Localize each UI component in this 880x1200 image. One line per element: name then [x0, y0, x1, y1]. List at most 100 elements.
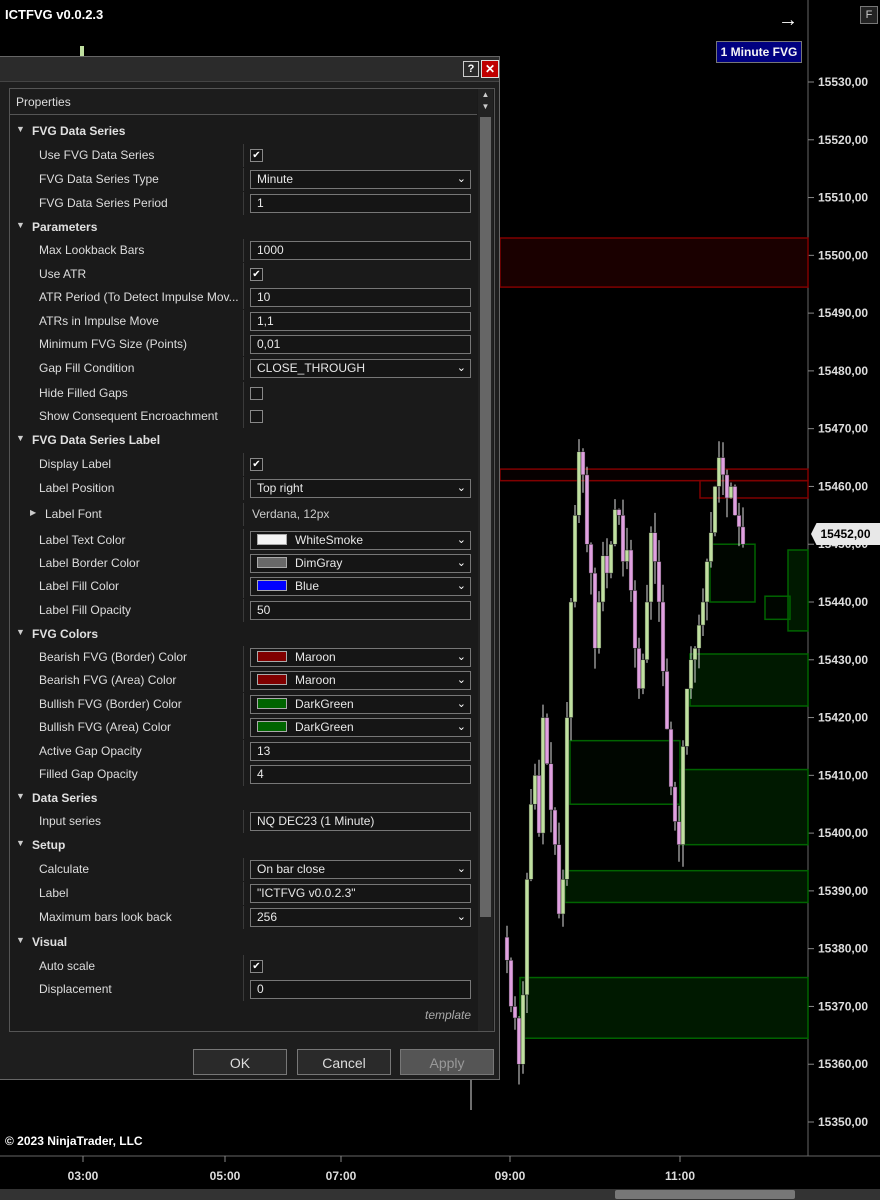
category-fvg-data-series[interactable]: ▼ FVG Data Series: [10, 120, 477, 143]
color-select[interactable]: DimGray ⌄: [250, 554, 471, 573]
apply-button[interactable]: Apply: [400, 1049, 494, 1075]
help-button[interactable]: ?: [463, 61, 479, 77]
candle-body: [576, 451, 582, 516]
color-select[interactable]: WhiteSmoke ⌄: [250, 531, 471, 550]
candle-body: [552, 809, 558, 845]
scroll-up-icon[interactable]: ▲: [478, 89, 493, 101]
bearish-fvg-zone: [499, 237, 809, 288]
category-parameters[interactable]: ▼ Parameters: [10, 216, 477, 239]
time-label: 03:00: [68, 1169, 99, 1183]
property-input[interactable]: 1,1: [250, 312, 471, 331]
collapse-caret-icon[interactable]: ▼: [16, 220, 25, 230]
collapse-caret-icon[interactable]: ▼: [16, 433, 25, 443]
collapse-caret-icon[interactable]: ▼: [16, 627, 25, 637]
column-divider: [243, 382, 244, 405]
property-checkbox[interactable]: ✔: [250, 960, 263, 973]
color-select[interactable]: Maroon ⌄: [250, 648, 471, 667]
select-value: 256: [257, 910, 278, 924]
property-label: FVG Data Series Period: [39, 196, 168, 210]
property-label: ATRs in Impulse Move: [39, 314, 159, 328]
color-select[interactable]: DarkGreen ⌄: [250, 695, 471, 714]
scroll-thumb[interactable]: [480, 117, 491, 917]
property-input[interactable]: 0: [250, 980, 471, 999]
property-input[interactable]: 1: [250, 194, 471, 213]
color-swatch: [257, 721, 287, 733]
column-divider: [243, 978, 244, 1001]
property-row: Label "ICTFVG v0.0.2.3": [10, 882, 477, 905]
horizontal-scrollbar[interactable]: [0, 1189, 880, 1200]
category-visual[interactable]: ▼ Visual: [10, 931, 477, 954]
category-label: Visual: [32, 935, 68, 949]
arrow-right-icon[interactable]: →: [778, 10, 798, 30]
bullish-fvg-zone: [787, 549, 809, 632]
color-name: Blue: [295, 579, 320, 593]
ok-button[interactable]: OK: [193, 1049, 287, 1075]
property-input[interactable]: 13: [250, 742, 471, 761]
current-price-badge: 15452,00: [811, 523, 880, 545]
candle-body: [732, 486, 738, 516]
property-input[interactable]: 4: [250, 765, 471, 784]
property-input[interactable]: "ICTFVG v0.0.2.3": [250, 884, 471, 903]
candle-body: [688, 659, 694, 689]
property-input[interactable]: NQ DEC23 (1 Minute): [250, 812, 471, 831]
property-row: Label Border Color DimGray ⌄: [10, 552, 477, 575]
color-select[interactable]: Maroon ⌄: [250, 671, 471, 690]
property-checkbox[interactable]: ✔: [250, 149, 263, 162]
filled-fvg-zone: [569, 739, 681, 805]
property-checkbox[interactable]: ✔: [250, 268, 263, 281]
expand-caret-icon[interactable]: ▶: [30, 508, 36, 517]
category-fvg-colors[interactable]: ▼ FVG Colors: [10, 623, 477, 646]
candle-body: [716, 457, 722, 487]
property-input[interactable]: 0,01: [250, 335, 471, 354]
scroll-down-icon[interactable]: ▼: [478, 101, 493, 113]
property-checkbox[interactable]: [250, 387, 263, 400]
f-button[interactable]: F: [860, 6, 878, 24]
property-label: Filled Gap Opacity: [39, 767, 138, 781]
collapse-caret-icon[interactable]: ▼: [16, 124, 25, 134]
column-divider: [243, 405, 244, 428]
vertical-scrollbar[interactable]: ▲ ▼: [478, 89, 493, 1031]
property-input[interactable]: 50: [250, 601, 471, 620]
property-checkbox[interactable]: ✔: [250, 458, 263, 471]
collapse-caret-icon[interactable]: ▼: [16, 791, 25, 801]
collapse-caret-icon[interactable]: ▼: [16, 838, 25, 848]
category-data-series[interactable]: ▼ Data Series: [10, 787, 477, 810]
property-select[interactable]: On bar close ⌄: [250, 860, 471, 879]
cancel-button[interactable]: Cancel: [297, 1049, 391, 1075]
column-divider: [243, 810, 244, 833]
column-divider: [243, 575, 244, 598]
template-link[interactable]: template: [425, 1008, 471, 1022]
property-row: ▶ Label Font Verdana, 12px: [10, 503, 477, 526]
property-input[interactable]: 10: [250, 288, 471, 307]
candle-body: [568, 601, 574, 718]
property-select[interactable]: 256 ⌄: [250, 908, 471, 927]
property-checkbox[interactable]: [250, 410, 263, 423]
property-row: ATR Period (To Detect Impulse Mov... 10: [10, 286, 477, 309]
property-input[interactable]: 1000: [250, 241, 471, 260]
color-select[interactable]: Blue ⌄: [250, 577, 471, 596]
close-button[interactable]: ✕: [481, 60, 499, 78]
candle-body: [520, 994, 526, 1065]
property-label: ATR Period (To Detect Impulse Mov...: [39, 290, 239, 304]
collapse-caret-icon[interactable]: ▼: [16, 935, 25, 945]
time-label: 07:00: [326, 1169, 357, 1183]
property-row: Active Gap Opacity 13: [10, 740, 477, 763]
fvg-label: 1 Minute FVG: [716, 41, 802, 63]
property-select[interactable]: CLOSE_THROUGH ⌄: [250, 359, 471, 378]
candle-body: [708, 532, 714, 562]
category-fvg-data-series-label[interactable]: ▼ FVG Data Series Label: [10, 429, 477, 452]
candle-body: [696, 624, 702, 649]
property-select[interactable]: Top right ⌄: [250, 479, 471, 498]
price-label: 15440,00: [818, 595, 868, 609]
property-row: Show Consequent Encroachment: [10, 405, 477, 428]
property-label: Hide Filled Gaps: [39, 386, 128, 400]
property-label: Display Label: [39, 457, 112, 471]
dialog-titlebar[interactable]: ? ✕: [0, 57, 499, 82]
column-divider: [243, 669, 244, 692]
color-select[interactable]: DarkGreen ⌄: [250, 718, 471, 737]
property-label: Calculate: [39, 862, 90, 876]
time-label: 05:00: [210, 1169, 241, 1183]
category-setup[interactable]: ▼ Setup: [10, 834, 477, 857]
property-select[interactable]: Minute ⌄: [250, 170, 471, 189]
scrollbar-thumb[interactable]: [615, 1190, 795, 1199]
